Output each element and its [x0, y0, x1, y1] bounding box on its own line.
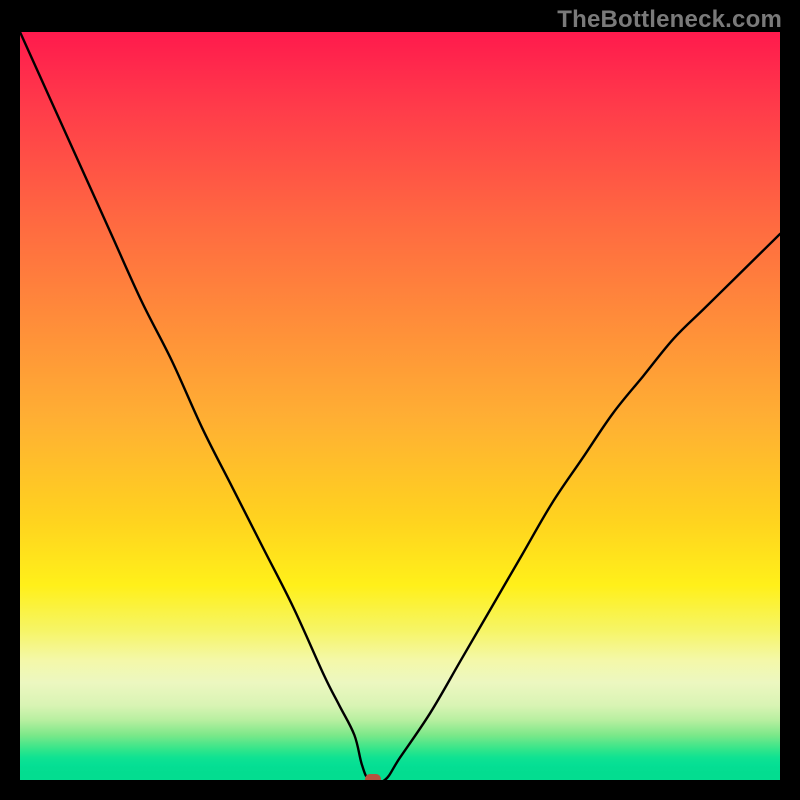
- watermark-text: TheBottleneck.com: [557, 6, 782, 34]
- bottleneck-curve: [20, 32, 780, 780]
- curve-svg: [20, 32, 780, 780]
- chart-frame: TheBottleneck.com: [0, 0, 800, 800]
- min-marker: [365, 774, 381, 780]
- plot-area: [20, 32, 780, 780]
